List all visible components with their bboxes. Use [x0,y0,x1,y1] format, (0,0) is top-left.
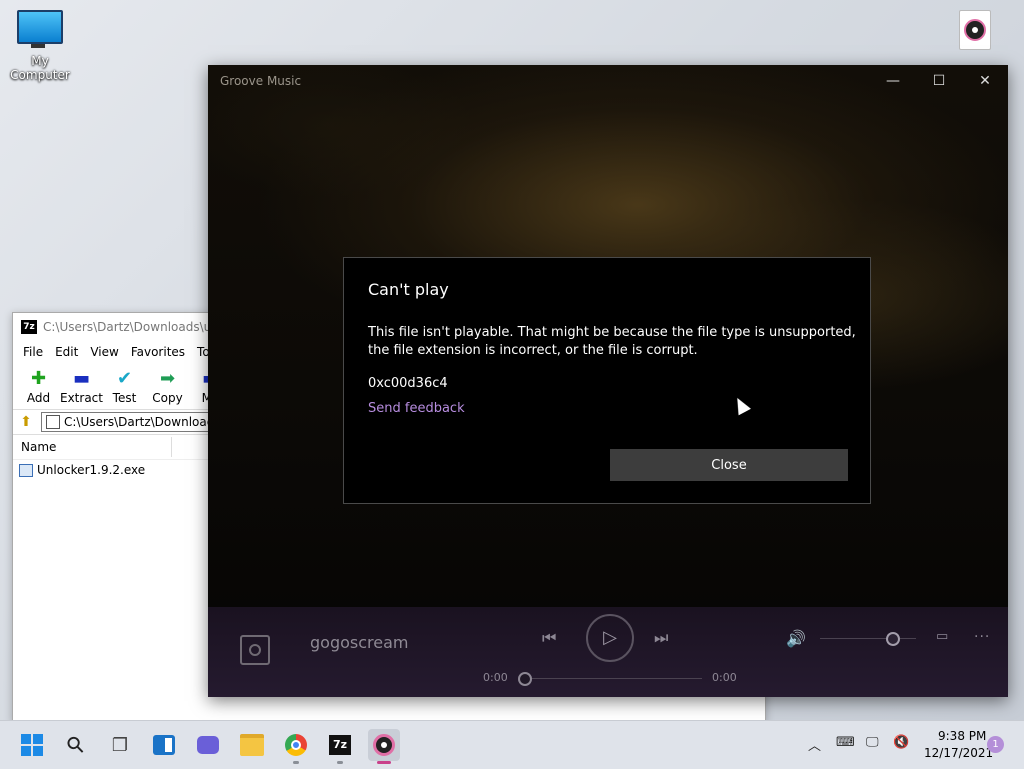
cant-play-dialog: Can't play This file isn't playable. Tha… [343,257,871,504]
more-options-button[interactable]: ··· [974,629,990,645]
start-button[interactable] [16,729,48,761]
copy-button[interactable]: ➡ Copy [146,363,189,409]
desktop-icon-label: My Computer [10,54,70,82]
mini-view-icon[interactable]: ▭ [936,629,948,644]
extract-button-label: Extract [60,391,103,405]
minus-icon: ▬ [72,368,90,389]
copy-button-label: Copy [152,391,183,405]
teams-chat-icon [197,736,219,754]
test-button[interactable]: ✔ Test [103,363,146,409]
search-button[interactable]: ⚲ [60,729,92,761]
seek-thumb[interactable] [518,672,532,686]
menu-favorites[interactable]: Favorites [125,345,191,359]
desktop-icon-my-computer[interactable]: My Computer [2,10,78,82]
volume-thumb[interactable] [886,632,900,646]
chrome-running-indicator [293,761,299,764]
volume-icon[interactable]: 🔊 [786,629,806,648]
check-icon: ✔ [116,368,133,389]
up-folder-icon[interactable]: ⬆ [17,413,35,431]
groove-music-icon [373,734,395,756]
7zip-running-indicator [337,761,343,764]
seek-bar[interactable] [524,678,702,679]
7zip-window-title: C:\Users\Dartz\Downloads\unlo [43,320,230,334]
file-explorer-button[interactable] [236,729,268,761]
exe-file-icon [19,463,33,477]
file-name: Unlocker1.9.2.exe [37,463,146,477]
search-icon: ⚲ [61,730,91,760]
task-view-button[interactable]: ❐ [104,729,136,761]
chrome-button[interactable] [280,729,312,761]
groove-music-window[interactable]: Groove Music — ☐ ✕ gogoscream ⏮ ▷ ⏭ 0:00… [208,65,1008,697]
dialog-message: This file isn't playable. That might be … [368,325,856,358]
groove-taskbar-button[interactable] [368,729,400,761]
send-feedback-link[interactable]: Send feedback [368,401,465,416]
player-bar: gogoscream ⏮ ▷ ⏭ 0:00 0:00 🔊 ▭ ··· [208,607,1008,697]
plus-icon: ✚ [30,368,47,389]
minimize-button[interactable]: — [870,65,916,97]
task-view-icon: ❐ [111,734,129,756]
groove-active-indicator [377,761,391,764]
clock-time[interactable]: 9:38 PM [938,729,986,743]
music-file-icon [959,10,991,50]
widgets-button[interactable] [148,729,180,761]
play-button[interactable]: ▷ [586,614,634,662]
clock-date[interactable]: 12/17/2021 [924,746,993,760]
7zip-icon: 7z [21,320,37,334]
show-hidden-icons-chevron-icon[interactable]: ︿ [808,735,821,754]
monitor-icon [17,10,63,48]
notification-badge[interactable]: 1 [987,736,1004,753]
7zip-taskbar-button[interactable]: 7z [324,729,356,761]
groove-window-title: Groove Music [220,74,302,88]
add-button-label: Add [26,391,51,405]
next-track-button[interactable]: ⏭ [654,628,668,648]
copy-arrow-icon: ➡ [159,368,176,389]
now-playing-title[interactable]: gogoscream [310,633,408,652]
chat-button[interactable] [192,729,224,761]
test-button-label: Test [112,391,137,405]
keyboard-icon[interactable]: ⌨ [836,735,855,750]
total-time: 0:00 [712,671,737,684]
maximize-button[interactable]: ☐ [916,65,962,97]
chrome-icon [285,734,307,756]
taskbar: ⚲ ❐ 7z ︿ ⌨ 🖵 🔇 9:38 PM 12/17/2021 1 [0,720,1024,769]
close-window-button[interactable]: ✕ [962,65,1008,97]
folder-icon [240,734,264,756]
add-button[interactable]: ✚ Add [17,363,60,409]
menu-file[interactable]: File [17,345,49,359]
volume-slider[interactable] [820,638,916,639]
windows-logo-icon [21,734,43,756]
album-art-icon[interactable] [240,635,270,665]
widgets-icon [153,735,175,755]
error-code: 0xc00d36c4 [368,376,448,391]
address-path: C:\Users\Dartz\Downloads [64,415,221,429]
desktop-icon-music-file[interactable] [955,10,995,50]
dialog-title: Can't play [368,280,449,299]
7zip-app-icon: 7z [329,735,351,755]
menu-edit[interactable]: Edit [49,345,84,359]
column-name-header[interactable]: Name [21,437,172,457]
previous-track-button[interactable]: ⏮ [542,628,556,648]
menu-view[interactable]: View [84,345,124,359]
elapsed-time: 0:00 [483,671,508,684]
close-dialog-button[interactable]: Close [610,449,848,481]
volume-muted-icon[interactable]: 🔇 [893,735,909,750]
network-icon[interactable]: 🖵 [866,735,879,750]
extract-button[interactable]: ▬ Extract [60,363,103,409]
folder-path-icon [46,415,60,429]
